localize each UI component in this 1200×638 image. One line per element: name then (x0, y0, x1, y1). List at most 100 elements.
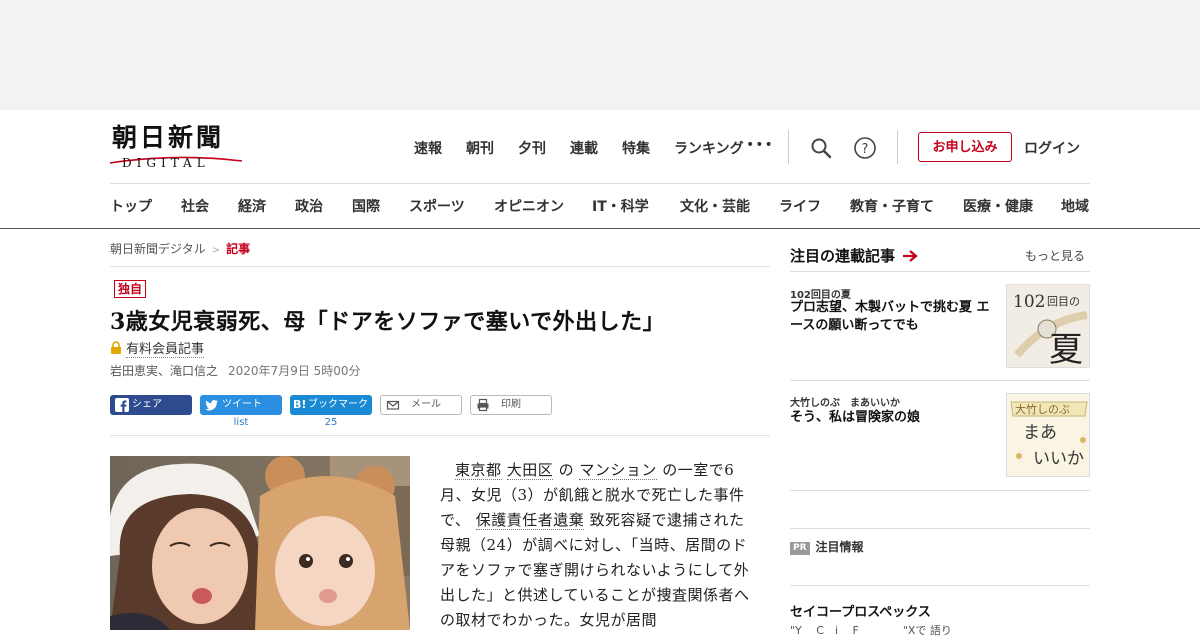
signup-button[interactable]: お申し込み (918, 132, 1012, 162)
breadcrumb-current: 記事 (226, 242, 251, 256)
thumb-text: 大竹しのぶ (1015, 402, 1070, 416)
category-item-economy[interactable]: 経済 (238, 196, 266, 216)
header-divider (110, 183, 1090, 184)
sidebar-title[interactable]: 注目の連載記事 (790, 245, 918, 266)
nav-item-breaking[interactable]: 速報 (414, 138, 442, 158)
byline: 岩田恵実、滝口信之 2020年7月9日 5時00分 (110, 362, 361, 379)
category-item-education[interactable]: 教育・子育て (850, 196, 934, 216)
divider (790, 528, 1090, 529)
category-item-life[interactable]: ライフ (779, 196, 821, 216)
sponsor-subtitle[interactable]: "Y C i F "Xで 語り (790, 622, 952, 638)
exclusive-badge: 独自 (114, 280, 147, 298)
facebook-share-button[interactable]: シェア (110, 395, 192, 415)
ad-banner-area (0, 0, 1200, 110)
print-button[interactable]: 印刷 (470, 395, 552, 415)
breadcrumb: 朝日新聞デジタル > 記事 (110, 240, 250, 257)
divider (790, 585, 1090, 586)
category-item-sports[interactable]: スポーツ (409, 196, 465, 216)
sidebar-title-text: 注目の連載記事 (790, 247, 896, 265)
category-nav: トップ 社会 経済 政治 国際 スポーツ オピニオン IT・科学 文化・芸能 ラ… (110, 196, 1090, 216)
print-label: 印刷 (501, 399, 521, 410)
article-paragraph: 東京都 大田区 の マンション の一室で6月、女児（3）が飢餓と脱水で死亡した事… (440, 458, 750, 633)
category-item-top[interactable]: トップ (110, 196, 152, 216)
nav-item-morning[interactable]: 朝刊 (466, 138, 494, 158)
breadcrumb-home[interactable]: 朝日新聞デジタル (110, 242, 206, 256)
thumb-text: まあ (1023, 423, 1057, 443)
mail-share-button[interactable]: メール (380, 395, 462, 415)
pr-badge: PR (790, 542, 810, 555)
article-photo[interactable] (110, 456, 410, 630)
keyword-link[interactable]: マンション (579, 461, 657, 480)
keyword-link[interactable]: 大田区 (506, 461, 554, 480)
divider (788, 130, 789, 164)
top-nav: 速報 朝刊 夕刊 連載 特集 ランキング (414, 138, 768, 158)
hatena-count[interactable]: 25 (290, 417, 372, 428)
logo-sub-text: DIGITAL (122, 156, 210, 170)
nav-item-features[interactable]: 特集 (622, 138, 650, 158)
pr-section-header: PR 注目情報 (790, 538, 864, 555)
printer-icon (477, 398, 489, 412)
article-headline: 3歳女児衰弱死、母「ドアをソファで塞いで外出した」 (110, 309, 666, 335)
thumb-text: 夏 (1049, 330, 1083, 368)
series-thumbnail-image: 102 回目の 夏 (1007, 285, 1089, 368)
category-item-health[interactable]: 医療・健康 (963, 196, 1033, 216)
hatena-bookmark-button[interactable]: B! ブックマーク (290, 395, 372, 415)
divider (110, 435, 770, 436)
search-icon[interactable] (809, 136, 833, 160)
series-tag: 大竹しのぶ まあいいか (790, 398, 900, 409)
category-item-it-science[interactable]: IT・科学 (592, 196, 649, 216)
keyword-link[interactable]: 保護責任者遺棄 (475, 511, 585, 530)
twitter-bird-icon (205, 400, 218, 411)
category-item-society[interactable]: 社会 (181, 196, 209, 216)
sidebar-more-link[interactable]: もっと見る (1025, 247, 1085, 264)
arrow-right-icon (903, 250, 918, 262)
help-icon[interactable]: ? (853, 136, 877, 160)
mail-share-label: メール (411, 399, 441, 410)
hatena-b-icon: B! (293, 398, 307, 411)
category-item-culture[interactable]: 文化・芸能 (680, 196, 750, 216)
hatena-share-label: ブックマーク (308, 399, 368, 410)
series-thumbnail[interactable]: 102 回目の 夏 (1006, 284, 1090, 368)
series-article-title[interactable]: プロ志望、木製バットで挑む夏 エースの願い断ってでも (790, 299, 990, 335)
login-link[interactable]: ログイン (1024, 138, 1080, 158)
divider (790, 380, 1090, 381)
keyword-link[interactable]: 東京都 (455, 461, 502, 480)
body-text: の (558, 461, 575, 479)
divider (897, 130, 898, 164)
thumb-text: 回目の (1047, 295, 1080, 308)
article-body: 東京都 大田区 の マンション の一室で6月、女児（3）が飢餓と脱水で死亡した事… (440, 458, 750, 633)
facebook-share-label: シェア (132, 399, 162, 410)
twitter-count[interactable]: list (200, 417, 282, 428)
publish-date: 2020年7月9日 5時00分 (228, 364, 361, 378)
series-article-title[interactable]: そう、私は冒険家の娘 (790, 409, 990, 427)
article-photo-image (110, 456, 410, 630)
category-item-politics[interactable]: 政治 (295, 196, 323, 216)
svg-text:?: ? (862, 142, 869, 157)
category-item-region[interactable]: 地域 (1061, 196, 1089, 216)
more-menu-icon[interactable]: ••• (746, 137, 774, 153)
category-item-opinion[interactable]: オピニオン (494, 196, 564, 216)
twitter-share-label: ツイート (222, 399, 262, 410)
lock-icon (111, 341, 121, 354)
series-thumbnail[interactable]: 大竹しのぶ まあ いいか (1006, 393, 1090, 477)
paid-article-label[interactable]: 有料会員記事 (110, 338, 205, 358)
nav-item-series[interactable]: 連載 (570, 138, 598, 158)
facebook-icon (115, 398, 129, 412)
thumb-text: いいか (1033, 449, 1084, 469)
twitter-share-button[interactable]: ツイート (200, 395, 282, 415)
mail-icon (386, 400, 400, 410)
pr-label: 注目情報 (815, 540, 864, 554)
sponsor-title[interactable]: セイコープロスペックス (790, 601, 931, 620)
nav-item-ranking[interactable]: ランキング (674, 138, 744, 158)
divider (110, 266, 770, 267)
site-logo[interactable]: 朝日新聞 DIGITAL (110, 124, 242, 170)
authors: 岩田恵実、滝口信之 (110, 364, 219, 378)
divider (790, 490, 1090, 491)
share-bar: シェア ツイート list B! ブックマーク 25 メール 印刷 (110, 395, 570, 431)
paid-article-text: 有料会員記事 (126, 342, 205, 358)
divider (790, 271, 1090, 272)
nav-item-evening[interactable]: 夕刊 (518, 138, 546, 158)
category-item-international[interactable]: 国際 (352, 196, 380, 216)
breadcrumb-separator: > (211, 245, 221, 256)
logo-main-text: 朝日新聞 (112, 123, 225, 152)
